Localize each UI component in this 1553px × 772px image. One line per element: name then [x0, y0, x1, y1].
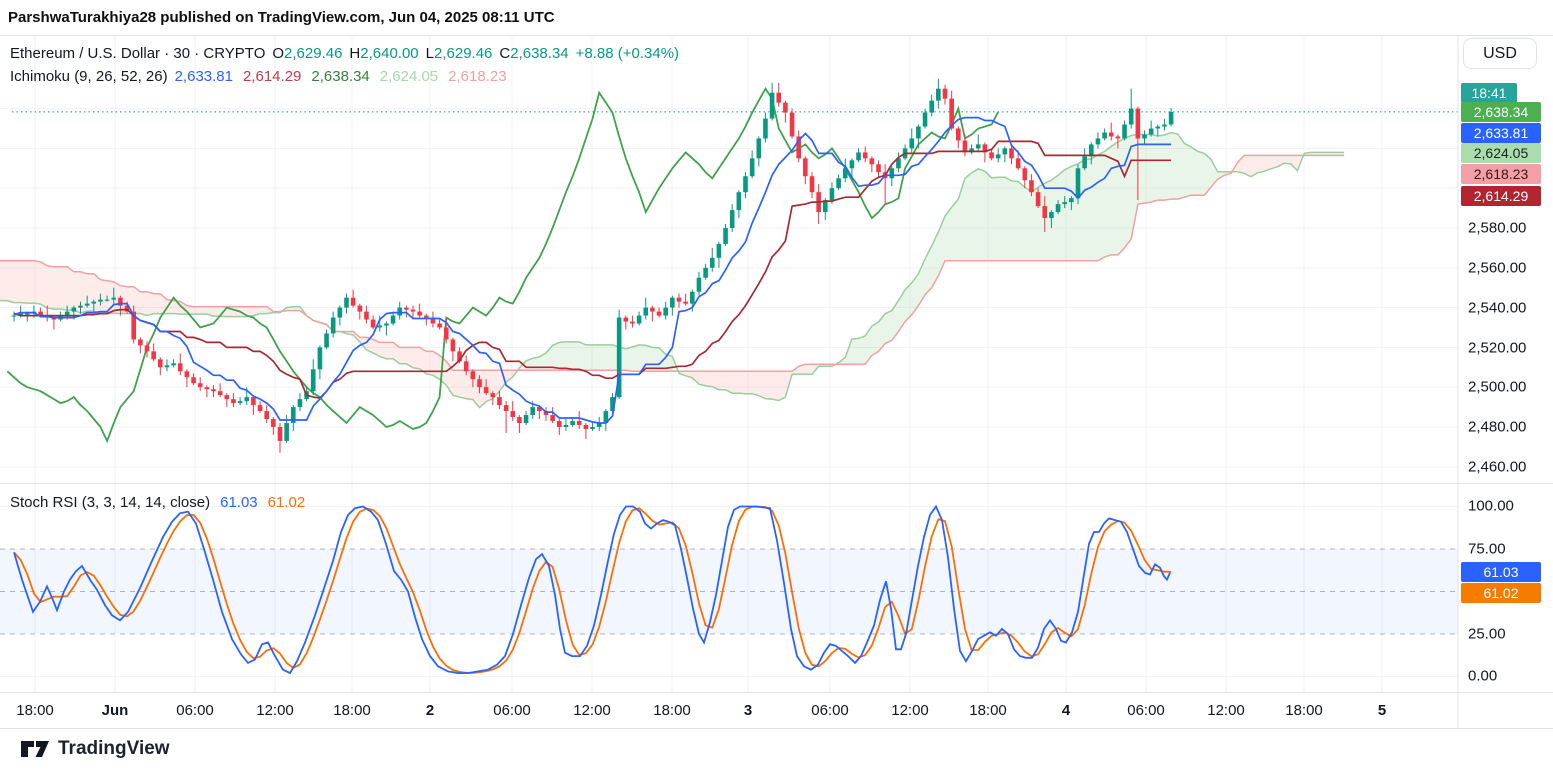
- price-badge: 2,638.34: [1461, 102, 1541, 122]
- price-badge: 61.03: [1461, 562, 1541, 582]
- tradingview-snapshot: { "header": {"published": "ParshwaTurakh…: [0, 0, 1553, 772]
- published-header: ParshwaTurakhiya28 published on TradingV…: [0, 0, 1553, 36]
- ichimoku-value: 2,638.34: [311, 68, 370, 85]
- time-tick-label: 12:00: [891, 702, 929, 719]
- time-tick-label: 12:00: [573, 702, 611, 719]
- stoch-rsi-title[interactable]: Stoch RSI (3, 3, 14, 14, close): [10, 494, 210, 511]
- low-field: L2,629.46: [425, 45, 493, 62]
- tradingview-logo-text: TradingView: [58, 738, 170, 759]
- tradingview-logo[interactable]: TradingView: [20, 738, 170, 760]
- ichimoku-title[interactable]: Ichimoku (9, 26, 52, 26): [10, 68, 168, 85]
- chart-legend: Ethereum / U.S. Dollar · 30 · CRYPTO O2,…: [10, 42, 679, 88]
- price-tick-label: 2,580.00: [1468, 219, 1527, 237]
- open-value: 2,629.46: [284, 45, 343, 62]
- time-tick-label: 12:00: [256, 702, 294, 719]
- price-badge: 2,624.05: [1461, 143, 1541, 163]
- symbol-legend-row[interactable]: Ethereum / U.S. Dollar · 30 · CRYPTO O2,…: [10, 42, 679, 65]
- price-tick-label: 2,500.00: [1468, 378, 1527, 396]
- time-tick-label: 06:00: [176, 702, 214, 719]
- time-tick-label: 18:00: [969, 702, 1007, 719]
- time-tick-label: 3: [743, 702, 753, 719]
- price-tick-label: 2,560.00: [1468, 259, 1527, 277]
- price-tick-label: 0.00: [1468, 667, 1498, 685]
- ichimoku-value: 2,614.29: [242, 68, 302, 85]
- price-tick-label: 25.00: [1468, 625, 1506, 643]
- price-chart-canvas[interactable]: [0, 0, 1553, 772]
- symbol-title[interactable]: Ethereum / U.S. Dollar · 30 · CRYPTO: [10, 45, 265, 62]
- published-text: ParshwaTurakhiya28 published on TradingV…: [8, 9, 555, 26]
- price-tick-label: 100.00: [1468, 497, 1514, 515]
- ichimoku-values: 2,633.81 2,614.29 2,638.34 2,624.05 2,618.23: [175, 68, 507, 85]
- ichimoku-legend-row[interactable]: Ichimoku (9, 26, 52, 26) 2,633.81 2,614.2…: [10, 65, 679, 88]
- open-field: O2,629.46: [272, 45, 343, 62]
- countdown-badge: 18:41: [1461, 83, 1517, 103]
- price-tick-label: 75.00: [1468, 540, 1506, 558]
- time-tick-label: 18:00: [653, 702, 691, 719]
- price-tick-label: 2,460.00: [1468, 458, 1527, 476]
- chikou-line: [6, 86, 999, 444]
- ichimoku-value: 2,624.05: [379, 68, 439, 85]
- ichimoku-value: 2,633.81: [174, 68, 233, 85]
- stoch-k-value: 61.03: [220, 494, 258, 511]
- time-tick-label: 18:00: [333, 702, 371, 719]
- price-tick-label: 2,480.00: [1468, 418, 1527, 436]
- time-tick-label: 18:00: [16, 702, 54, 719]
- stoch-rsi-legend[interactable]: Stoch RSI (3, 3, 14, 14, close) 61.03 61…: [10, 494, 305, 511]
- price-badge: 61.02: [1461, 583, 1541, 603]
- change-value: +8.88 (+0.34%): [575, 45, 680, 62]
- ichimoku-value: 2,618.23: [448, 68, 507, 85]
- time-tick-label: 4: [1061, 702, 1071, 719]
- price-badge: 2,614.29: [1461, 186, 1541, 206]
- high-field: H2,640.00: [349, 45, 419, 62]
- price-badge: 2,618.23: [1461, 164, 1541, 184]
- time-tick-label: 18:00: [1285, 702, 1323, 719]
- close-field: C2,638.34: [499, 45, 569, 62]
- currency-unit-button[interactable]: USD: [1463, 38, 1537, 69]
- low-value: 2,629.46: [434, 45, 493, 62]
- time-tick-label: 2: [425, 702, 435, 719]
- close-value: 2,638.34: [510, 45, 569, 62]
- candlestick-series: [11, 78, 1174, 453]
- tradingview-logo-icon: [21, 741, 49, 757]
- high-value: 2,640.00: [360, 45, 419, 62]
- time-tick-label: 12:00: [1207, 702, 1245, 719]
- time-tick-label: 06:00: [1127, 702, 1165, 719]
- time-tick-label: 5: [1377, 702, 1387, 719]
- price-badge: 2,633.81: [1461, 123, 1541, 143]
- time-tick-label: Jun: [101, 702, 129, 719]
- stoch-d-value: 61.02: [267, 494, 306, 511]
- price-tick-label: 2,520.00: [1468, 339, 1527, 357]
- price-tick-label: 2,540.00: [1468, 299, 1527, 317]
- time-tick-label: 06:00: [493, 702, 531, 719]
- time-tick-label: 06:00: [811, 702, 849, 719]
